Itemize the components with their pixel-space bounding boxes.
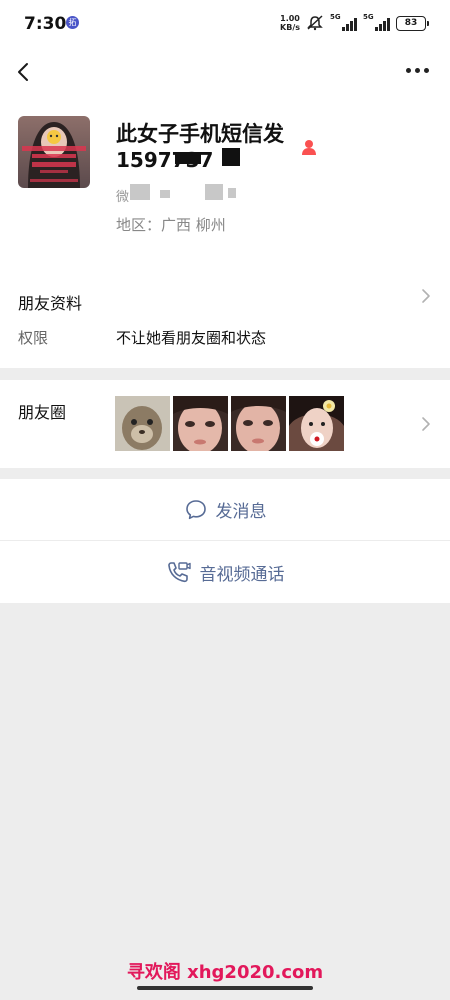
send-message-label: 发消息 xyxy=(215,502,267,522)
chat-bubble-icon xyxy=(185,499,206,519)
avatar[interactable] xyxy=(18,116,90,188)
permission-label: 权限 xyxy=(18,329,49,347)
network-speed-value: 1.00 xyxy=(280,14,300,23)
mute-bell-icon xyxy=(307,15,323,31)
redaction-block xyxy=(160,190,170,198)
moments-thumbnail xyxy=(289,396,344,451)
status-bar: 7:30 拓 1.00 KB/s 5G 5G 83 xyxy=(0,0,450,48)
redaction-block xyxy=(130,184,150,200)
moments-row[interactable]: 朋友圈 xyxy=(0,380,450,468)
back-arrow-icon[interactable] xyxy=(12,58,36,86)
watermark: 寻欢阁 xhg2020.com xyxy=(126,962,324,983)
redaction-block xyxy=(228,188,236,198)
avatar-image xyxy=(18,116,90,188)
network-speed-unit: KB/s xyxy=(280,23,300,32)
video-call-label: 音视频通话 xyxy=(199,564,285,585)
send-message-button[interactable]: 发消息 xyxy=(0,479,450,540)
moments-thumbnail xyxy=(115,396,170,451)
female-gender-icon xyxy=(302,140,316,155)
contact-nickname: 此女子手机短信发 xyxy=(116,122,284,146)
permission-value: 不让她看朋友圈和状态 xyxy=(116,329,267,347)
chevron-right-icon xyxy=(422,289,430,303)
battery-icon: 83 xyxy=(396,15,429,31)
moments-thumbnail xyxy=(231,396,286,451)
profile-card: 此女子手机短信发 1597737 微 地区：广西 柳州 xyxy=(0,96,450,271)
sub-id: 微 xyxy=(116,190,130,205)
region-text: 地区：广西 柳州 xyxy=(116,216,226,234)
status-time: 7:30 xyxy=(24,14,67,34)
top-bar xyxy=(0,48,450,96)
redaction-block xyxy=(175,152,201,164)
phone-video-icon xyxy=(167,562,191,583)
moments-title: 朋友圈 xyxy=(18,403,67,422)
moments-thumbnail xyxy=(173,396,228,451)
signal-sim2-icon: 5G xyxy=(363,13,390,31)
network-speed: 1.00 KB/s xyxy=(280,14,300,32)
moments-thumbnails xyxy=(115,396,344,451)
chevron-right-icon xyxy=(422,417,430,431)
friend-info-row[interactable]: 朋友资料 权限 不让她看朋友圈和状态 xyxy=(0,271,450,368)
friend-info-title: 朋友资料 xyxy=(18,294,83,313)
video-call-button[interactable]: 音视频通话 xyxy=(0,541,450,603)
redaction-block xyxy=(205,184,223,200)
notification-app-icon: 拓 xyxy=(66,16,79,29)
signal-sim1-icon: 5G xyxy=(330,13,357,31)
redaction-block xyxy=(222,148,240,166)
home-indicator[interactable] xyxy=(137,986,313,990)
more-options-icon[interactable] xyxy=(406,64,430,76)
